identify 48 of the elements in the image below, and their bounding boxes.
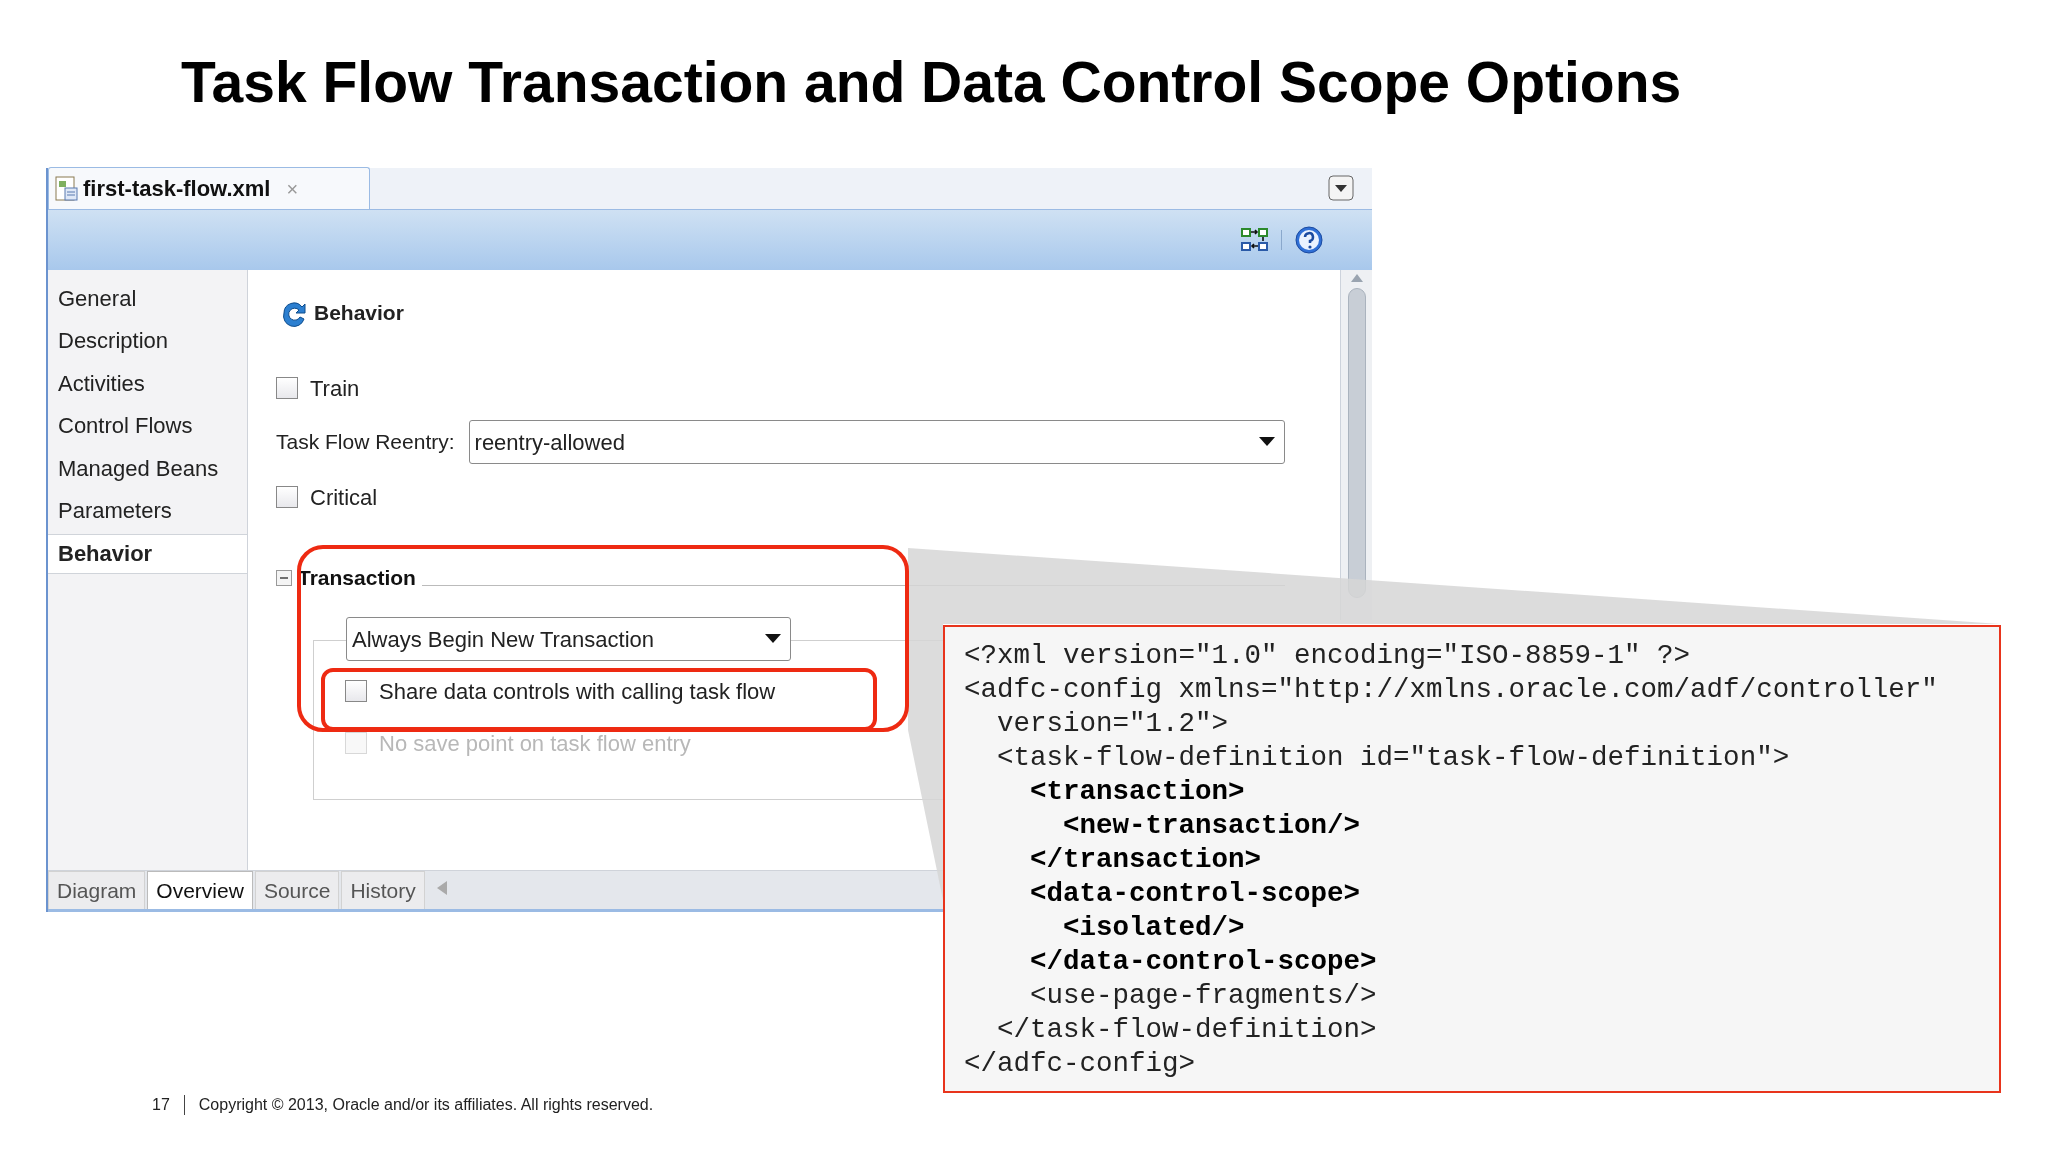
sidebar-item[interactable]: Parameters <box>48 490 247 531</box>
editor-tab[interactable]: Diagram <box>48 871 146 909</box>
code-line: <adfc-config xmlns="http://xmlns.oracle.com/adf/controller" <box>964 673 1938 707</box>
diagram-arrows-icon[interactable] <box>1241 227 1269 253</box>
copyright-text: Copyright © 2013, Oracle and/or its affiliates. All rights reserved. <box>198 1095 654 1115</box>
checkbox-label: No save point on task flow entry <box>379 729 691 758</box>
checkbox-label: Train <box>310 374 360 403</box>
dropdown-menu-icon[interactable] <box>1328 175 1354 201</box>
code-line: <use-page-fragments/> <box>1029 979 1377 1013</box>
editor-tab[interactable]: Source <box>254 871 340 909</box>
code-line: </task-flow-definition> <box>996 1013 1377 1047</box>
sidebar-item[interactable]: Control Flows <box>48 405 247 446</box>
refresh-icon <box>280 299 308 327</box>
slide-title: Task Flow Transaction and Data Control Scope Options <box>181 50 1683 114</box>
dropdown-arrow-icon[interactable] <box>1259 437 1275 447</box>
reentry-dropdown[interactable]: reentry-allowed <box>468 420 1285 464</box>
sidebar-item[interactable]: Behavior <box>48 533 247 574</box>
field-label: Task Flow Reentry: <box>276 429 455 456</box>
sidebar-item[interactable]: Managed Beans <box>48 448 247 489</box>
code-line: </transaction> <box>1029 843 1262 877</box>
section-title: Behavior <box>314 300 404 327</box>
checkbox[interactable] <box>345 680 367 702</box>
checkbox-label: Critical <box>310 483 378 512</box>
checkbox[interactable] <box>276 377 298 399</box>
checkbox[interactable] <box>276 486 298 508</box>
checkbox-label: Share data controls with calling task flow <box>379 677 776 706</box>
code-line: </data-control-scope> <box>1029 945 1377 979</box>
transaction-dropdown[interactable]: Always Begin New Transaction <box>346 617 791 661</box>
code-line: <new-transaction/> <box>1062 809 1361 843</box>
page-number: 17 <box>152 1095 170 1115</box>
help-icon[interactable] <box>1294 225 1324 255</box>
file-icon <box>55 175 79 202</box>
sidebar-item[interactable]: Activities <box>48 363 247 404</box>
collapse-icon[interactable] <box>276 570 292 586</box>
code-line: <isolated/> <box>1062 911 1245 945</box>
code-line: <data-control-scope> <box>1029 877 1361 911</box>
editor-tab[interactable]: History <box>341 871 425 909</box>
code-line: <task-flow-definition id="task-flow-definition"> <box>996 741 1790 775</box>
code-line: <?xml version="1.0" encoding="ISO-8859-1" ?> <box>964 639 1691 673</box>
code-line: version="1.2"> <box>996 707 1229 741</box>
sidebar-item[interactable]: Description <box>48 320 247 361</box>
file-tab[interactable]: first-task-flow.xml × <box>48 167 370 209</box>
group-title: Transaction <box>298 565 416 592</box>
dropdown-arrow-icon[interactable] <box>765 634 781 644</box>
code-line: <transaction> <box>1029 775 1245 809</box>
editor-tab[interactable]: Overview <box>147 871 253 909</box>
code-line: </adfc-config> <box>964 1047 1196 1081</box>
sidebar-item[interactable]: General <box>48 278 247 318</box>
